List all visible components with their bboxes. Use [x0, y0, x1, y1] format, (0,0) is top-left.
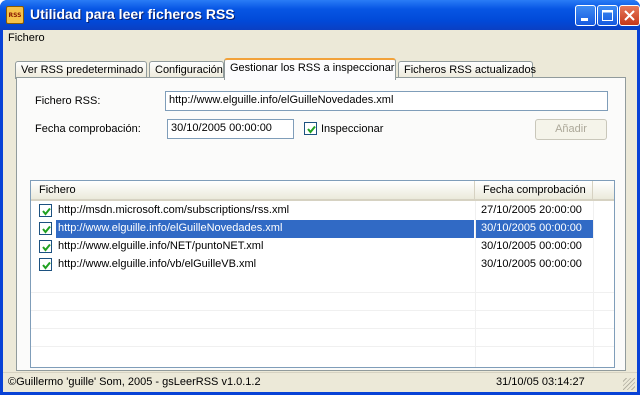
row-checkbox[interactable] [39, 240, 52, 253]
grid-line [31, 292, 614, 293]
checkmark-icon [307, 125, 316, 134]
menu-fichero[interactable]: Fichero [8, 32, 45, 44]
column-fecha[interactable]: Fecha comprobación [475, 181, 593, 199]
inspeccionar-checkbox[interactable] [304, 122, 317, 135]
fecha-comprobacion-input[interactable]: 30/10/2005 00:00:00 [167, 119, 294, 139]
row-checkbox[interactable] [39, 258, 52, 271]
list-header: Fichero Fecha comprobación [31, 181, 614, 201]
maximize-icon [602, 10, 613, 21]
minimize-icon [581, 18, 588, 21]
checkmark-icon [42, 225, 51, 234]
column-divider [475, 201, 476, 367]
list-item[interactable]: http://www.elguille.info/NET/puntoNET.xm… [31, 238, 614, 256]
row-fecha: 27/10/2005 20:00:00 [481, 204, 582, 216]
row-fecha: 30/10/2005 00:00:00 [475, 220, 593, 238]
checkmark-icon [42, 207, 51, 216]
close-button[interactable] [619, 5, 640, 26]
row-fichero: http://www.elguille.info/vb/elGuilleVB.x… [58, 258, 257, 270]
tab-gestionar-rss[interactable]: Gestionar los RSS a inspeccionar [224, 58, 396, 80]
row-checkbox[interactable] [39, 222, 52, 235]
column-fichero[interactable]: Fichero [31, 181, 475, 199]
rss-app-icon: RSS [6, 6, 24, 24]
row-checkbox[interactable] [39, 204, 52, 217]
minimize-button[interactable] [575, 5, 596, 26]
fichero-rss-input[interactable]: http://www.elguille.info/elGuilleNovedad… [165, 91, 608, 111]
row-fichero: http://www.elguille.info/elGuilleNovedad… [56, 220, 474, 238]
main-window: RSS Utilidad para leer ficheros RSS Fich… [0, 0, 640, 395]
inspeccionar-label: Inspeccionar [321, 123, 384, 135]
list-item-selected[interactable]: http://www.elguille.info/elGuilleNovedad… [31, 220, 614, 238]
maximize-button[interactable] [597, 5, 618, 26]
grid-line [31, 346, 614, 347]
client-area: Fichero Ver RSS predeterminado Configura… [3, 30, 637, 392]
status-copyright: ©Guillermo 'guille' Som, 2005 - gsLeerRS… [8, 376, 261, 388]
rss-list: Fichero Fecha comprobación http://msdn.m… [30, 180, 615, 368]
close-icon [624, 10, 635, 21]
row-fichero: http://msdn.microsoft.com/subscriptions/… [58, 204, 290, 216]
fecha-comprobacion-label: Fecha comprobación: [35, 123, 141, 135]
anadir-button[interactable]: Añadir [535, 119, 607, 140]
fichero-rss-label: Fichero RSS: [35, 95, 101, 107]
row-fichero: http://www.elguille.info/NET/puntoNET.xm… [58, 240, 264, 252]
row-fecha: 30/10/2005 00:00:00 [481, 258, 582, 270]
status-datetime: 31/10/05 03:14:27 [496, 376, 585, 388]
menu-bar: Fichero [3, 30, 637, 49]
resize-grip-icon[interactable] [623, 378, 635, 390]
grid-line [31, 310, 614, 311]
status-bar: ©Guillermo 'guille' Som, 2005 - gsLeerRS… [3, 372, 637, 392]
checkmark-icon [42, 243, 51, 252]
checkmark-icon [42, 261, 51, 270]
window-title: Utilidad para leer ficheros RSS [30, 6, 235, 22]
list-item[interactable]: http://www.elguille.info/vb/elGuilleVB.x… [31, 256, 614, 274]
row-fecha: 30/10/2005 00:00:00 [481, 240, 582, 252]
grid-line [31, 328, 614, 329]
column-divider [593, 201, 594, 367]
tab-strip: Ver RSS predeterminado Configuración Ges… [15, 58, 627, 80]
title-bar[interactable]: RSS Utilidad para leer ficheros RSS [0, 0, 640, 30]
list-item[interactable]: http://msdn.microsoft.com/subscriptions/… [31, 202, 614, 220]
